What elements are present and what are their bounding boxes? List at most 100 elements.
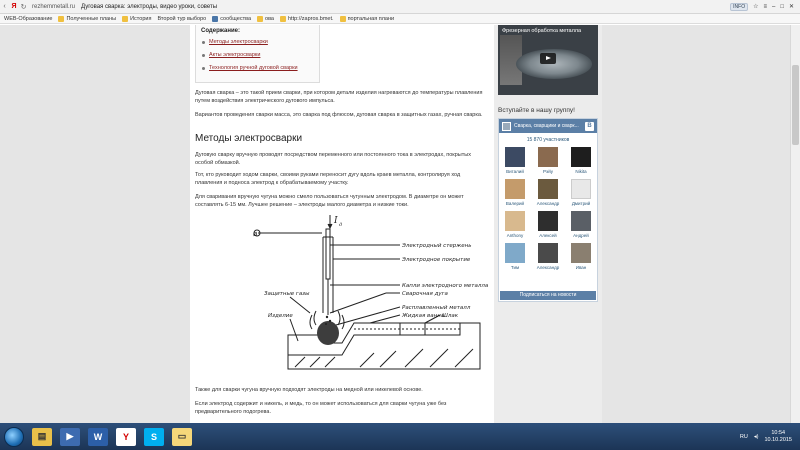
- star-icon[interactable]: ☆: [753, 3, 758, 10]
- diagram-label: Электродный стержень: [401, 243, 471, 249]
- language-indicator[interactable]: RU: [740, 434, 748, 440]
- yandex-browser-icon[interactable]: Y: [116, 427, 136, 446]
- explorer-icon[interactable]: ▤: [32, 427, 52, 446]
- member[interactable]: Александр: [535, 179, 561, 206]
- minimize-icon[interactable]: –: [772, 4, 775, 10]
- media-icon[interactable]: ▶: [60, 427, 80, 446]
- close-icon[interactable]: ✕: [789, 3, 794, 10]
- member[interactable]: Иван: [568, 243, 594, 270]
- bookmark-item[interactable]: Второй тур выборо: [157, 16, 206, 22]
- bookmark-label: сообщества: [220, 15, 252, 22]
- page-title: Дуговая сварка: электроды, видео уроки, …: [81, 3, 218, 10]
- clock[interactable]: 10:54 10.10.2015: [764, 430, 792, 444]
- vk-widget-header[interactable]: Сварка, сварщики и сварк... В: [499, 119, 597, 133]
- bookmark-item[interactable]: портальная плани: [339, 15, 395, 22]
- menu-icon[interactable]: ≡: [763, 4, 767, 10]
- member[interactable]: Nikita: [568, 147, 594, 174]
- bookmark-label: Полученные планы: [66, 15, 117, 22]
- subscribe-button[interactable]: Подписаться на новости: [500, 291, 596, 300]
- member[interactable]: Тим: [502, 243, 528, 270]
- bookmark-item[interactable]: ова: [257, 15, 274, 22]
- toc-link[interactable]: Акты электросварки: [201, 52, 314, 58]
- article-paragraph: Если электрод содержит и никель, и медь,…: [195, 401, 447, 415]
- join-group-label: Вступайте в нашу группу!: [498, 107, 575, 114]
- weld-pool-shape: [317, 321, 339, 345]
- toc-link[interactable]: Технология ручной дуговой сварки: [201, 65, 314, 71]
- play-icon[interactable]: [540, 53, 556, 64]
- member[interactable]: Андрей: [568, 211, 594, 238]
- avatar: [538, 211, 558, 231]
- video-title[interactable]: Фрезерная обработка металла: [502, 28, 581, 34]
- page-scrollbar[interactable]: [790, 25, 800, 423]
- member[interactable]: Anthony: [502, 211, 528, 238]
- member[interactable]: Виталий: [502, 147, 528, 174]
- member-name: Дмитрий: [571, 201, 591, 206]
- member[interactable]: Александр: [535, 243, 561, 270]
- diagram-label: Капли электродного металла: [402, 283, 489, 289]
- members-count[interactable]: 15 870 участников: [499, 137, 597, 143]
- maximize-icon[interactable]: □: [780, 4, 784, 10]
- bookmark-item[interactable]: http://zapros.bmet.: [280, 15, 334, 22]
- member[interactable]: Валерий: [502, 179, 528, 206]
- diagram-symbol: ø: [253, 230, 258, 238]
- avatar: [505, 179, 525, 199]
- members-grid: Виталий Рэйу Nikita Валерий Александр Дм…: [499, 147, 597, 270]
- web-page: Содержание: Методы электросварки Акты эл…: [0, 25, 800, 423]
- toc-link[interactable]: Методы электросварки: [201, 39, 314, 45]
- diagram-label: Защитные газы: [264, 291, 310, 297]
- vk-group-name[interactable]: Сварка, сварщики и сварк...: [514, 123, 582, 129]
- avatar: [538, 147, 558, 167]
- article-column: Содержание: Методы электросварки Акты эл…: [190, 25, 494, 423]
- reload-icon[interactable]: ↻: [19, 3, 28, 11]
- video-player[interactable]: Фрезерная обработка металла: [498, 25, 598, 95]
- bookmark-label: Второй тур выборо: [157, 15, 207, 22]
- member[interactable]: Дмитрий: [568, 179, 594, 206]
- bookmark-item[interactable]: История: [122, 15, 151, 22]
- article-paragraph: Для сваривания вручную чугуна можно смел…: [195, 194, 464, 208]
- start-button[interactable]: [4, 426, 24, 447]
- url-field[interactable]: rezhemmetall.ru: [32, 4, 75, 10]
- system-tray: RU ◂) 10:54 10.10.2015: [740, 430, 800, 444]
- folder-icon: [58, 15, 65, 22]
- vk-group-widget: Сварка, сварщики и сварк... В 15 870 уча…: [498, 118, 598, 302]
- scrollbar-thumb[interactable]: [792, 65, 799, 145]
- bookmark-label: портальная плани: [347, 15, 395, 22]
- bookmark-item[interactable]: WEB-Образование: [4, 16, 52, 22]
- toc-title: Содержание:: [201, 28, 240, 34]
- back-icon[interactable]: ‹: [0, 3, 9, 10]
- clock-time: 10:54: [771, 429, 786, 436]
- member[interactable]: Алексей: [535, 211, 561, 238]
- folder-icon: [257, 15, 264, 22]
- avatar: [538, 243, 558, 263]
- yandex-logo-icon[interactable]: Я: [9, 3, 19, 10]
- diagram-label: Расплавленный металл: [402, 305, 471, 311]
- welding-diagram: ø I д Электродный стержень Электродное п…: [253, 215, 489, 370]
- member-name: Алексей: [539, 233, 557, 238]
- diagram-label: Изделие: [268, 313, 293, 319]
- bookmark-item[interactable]: Полученные планы: [58, 15, 117, 22]
- member-name: Anthony: [506, 233, 524, 238]
- skype-icon[interactable]: S: [144, 427, 164, 446]
- volume-icon[interactable]: ◂): [754, 434, 759, 440]
- bookmarks-bar: WEB-Образование Полученные планы История…: [0, 14, 800, 24]
- sidebar: Фрезерная обработка металла Вступайте в …: [494, 25, 602, 423]
- bookmark-item[interactable]: сообщества: [212, 15, 252, 22]
- info-badge[interactable]: INFO: [730, 2, 749, 11]
- folder-icon: [339, 15, 346, 22]
- member-name: Рэйу: [543, 169, 553, 174]
- bookmark-label: WEB-Образование: [4, 15, 53, 22]
- diagram-label: Электродное покрытие: [401, 257, 471, 263]
- avatar: [505, 211, 525, 231]
- article-paragraph: Дуговая сварка – это такой прием сварки,…: [195, 90, 483, 104]
- vk-logo-icon: В: [585, 121, 594, 131]
- folder-icon[interactable]: ▭: [172, 427, 192, 446]
- member-name: Александр: [536, 201, 560, 206]
- word-icon[interactable]: W: [88, 427, 108, 446]
- bookmark-label: ова: [265, 15, 274, 22]
- diagram-label: Шлак: [442, 313, 459, 319]
- member-name: Nikita: [575, 169, 587, 174]
- folder-icon: [280, 15, 286, 22]
- section-heading: Методы электросварки: [195, 133, 303, 144]
- member-name: Валерий: [505, 201, 525, 206]
- member[interactable]: Рэйу: [535, 147, 561, 174]
